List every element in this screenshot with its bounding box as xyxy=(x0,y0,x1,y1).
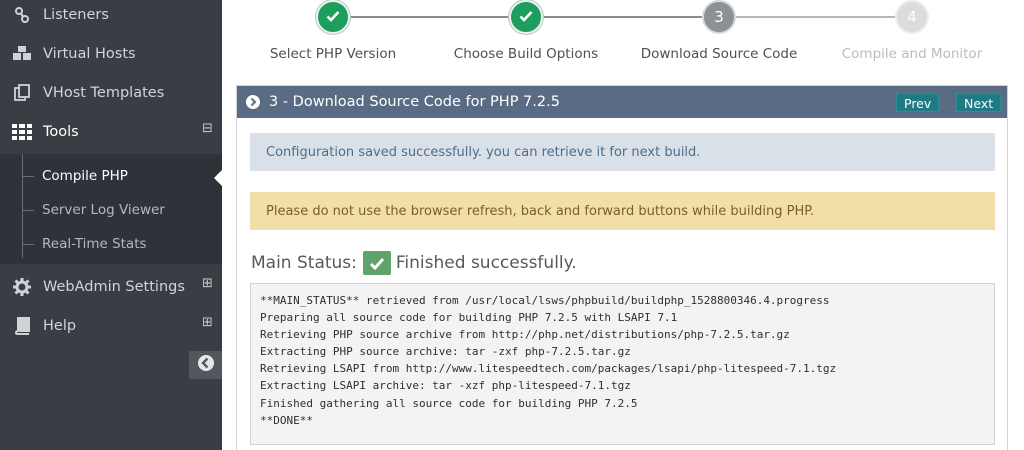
step-label: Download Source Code xyxy=(640,46,798,62)
panel-header: 3 - Download Source Code for PHP 7.2.5 P… xyxy=(237,86,1007,118)
log-line: Extracting LSAPI archive: tar -xzf php-l… xyxy=(260,379,631,393)
arrow-right-circle-icon xyxy=(246,95,260,109)
step-label: Select PHP Version xyxy=(269,46,397,62)
main-status-label: Main Status: xyxy=(251,253,357,273)
success-check-icon xyxy=(362,251,391,275)
vhost-templates-icon xyxy=(11,83,33,103)
step-label: Compile and Monitor xyxy=(841,46,983,62)
step-connector xyxy=(736,16,896,18)
sidebar-item-webadmin-settings[interactable]: WebAdmin Settings ⊞ xyxy=(0,269,222,305)
sidebar-item-label: Tools xyxy=(43,124,79,140)
sidebar-item-vhost-templates[interactable]: VHost Templates xyxy=(0,75,222,111)
compile-wizard-steps: 3 4 Select PHP Version Choose Build Opti… xyxy=(236,0,996,80)
log-line: Finished gathering all source code for b… xyxy=(260,396,638,410)
submenu-item-compile-php[interactable]: Compile PHP xyxy=(22,161,128,191)
sidebar-item-help[interactable]: Help ⊞ xyxy=(0,308,222,344)
log-line: Extracting PHP source archive: tar -zxf … xyxy=(260,345,631,359)
sidebar: Listeners Virtual Hosts VHost Templates … xyxy=(0,0,222,450)
virtual-hosts-icon xyxy=(11,44,33,64)
log-line: **DONE** xyxy=(260,413,313,427)
sidebar-item-listeners[interactable]: Listeners xyxy=(0,0,222,33)
sidebar-item-label: Virtual Hosts xyxy=(43,46,136,62)
warning-alert: Please do not use the browser refresh, b… xyxy=(250,192,995,230)
submenu-item-label: Real-Time Stats xyxy=(42,236,147,252)
sidebar-item-label: VHost Templates xyxy=(43,85,165,101)
sidebar-item-virtual-hosts[interactable]: Virtual Hosts xyxy=(0,36,222,72)
submenu-item-server-log-viewer[interactable]: Server Log Viewer xyxy=(22,195,165,225)
submenu-item-label: Server Log Viewer xyxy=(42,202,165,218)
step-4-future-circle: 4 xyxy=(895,0,929,34)
collapse-icon[interactable]: ⊟ xyxy=(202,122,213,135)
panel-title: 3 - Download Source Code for PHP 7.2.5 xyxy=(269,94,560,110)
step-connector xyxy=(349,16,509,18)
log-line: Retrieving LSAPI from http://www.litespe… xyxy=(260,362,837,376)
submenu-item-real-time-stats[interactable]: Real-Time Stats xyxy=(22,229,147,259)
next-button[interactable]: Next xyxy=(956,93,1002,112)
arrow-left-circle-icon xyxy=(197,354,215,376)
step-label: Choose Build Options xyxy=(453,46,599,62)
listeners-icon xyxy=(11,5,33,25)
log-line: **MAIN_STATUS** retrieved from /usr/loca… xyxy=(260,294,830,307)
sidebar-item-label: Listeners xyxy=(43,7,109,23)
sidebar-item-label: Help xyxy=(43,318,77,334)
prev-button[interactable]: Prev xyxy=(896,93,940,112)
expand-icon[interactable]: ⊞ xyxy=(202,316,213,329)
step-3-current-circle: 3 xyxy=(702,0,736,34)
step-1-done-circle xyxy=(316,0,350,34)
sidebar-item-tools[interactable]: Tools ⊟ xyxy=(0,114,222,150)
check-icon xyxy=(519,8,533,26)
main-status: Main Status: Finished successfully. xyxy=(251,251,577,275)
log-line: Retrieving PHP source archive from http:… xyxy=(260,328,790,342)
active-caret-icon xyxy=(214,170,222,186)
build-log-output: **MAIN_STATUS** retrieved from /usr/loca… xyxy=(250,283,995,445)
submenu-item-label: Compile PHP xyxy=(42,168,128,184)
log-line: Preparing all source code for building P… xyxy=(260,311,678,325)
info-alert: Configuration saved successfully. you ca… xyxy=(250,133,995,171)
check-icon xyxy=(326,8,340,26)
gear-icon xyxy=(11,277,33,297)
tools-grid-icon xyxy=(11,122,33,142)
collapse-sidebar-button[interactable] xyxy=(189,351,222,379)
expand-icon[interactable]: ⊞ xyxy=(202,277,213,290)
tools-submenu: Compile PHP Server Log Viewer Real-Time … xyxy=(0,154,222,264)
main-status-value: Finished successfully. xyxy=(395,253,577,273)
download-source-panel: 3 - Download Source Code for PHP 7.2.5 P… xyxy=(236,85,1008,450)
step-2-done-circle xyxy=(509,0,543,34)
sidebar-item-label: WebAdmin Settings xyxy=(43,279,185,295)
book-icon xyxy=(11,316,33,336)
step-connector xyxy=(542,16,702,18)
